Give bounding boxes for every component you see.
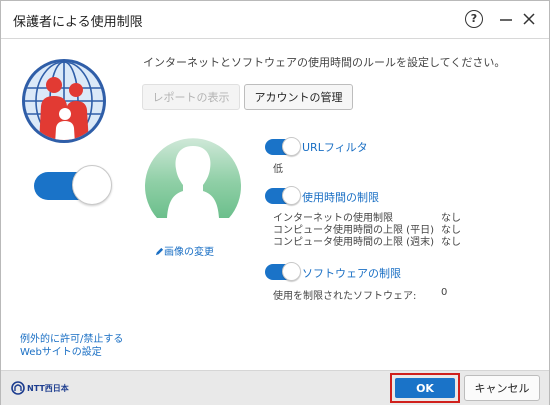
pencil-icon (155, 247, 164, 256)
restricted-software-label: 使用を制限されたソフトウェア: (273, 291, 417, 302)
weekend-limit-value: なし (441, 237, 461, 248)
title-bar: 保護者による使用制限 ? (1, 1, 549, 39)
toggle-knob (282, 262, 301, 281)
toggle-knob (72, 165, 112, 205)
ntt-logo-icon (11, 381, 25, 395)
ntt-west-logo: NTT西日本 (11, 381, 69, 395)
restricted-software-count: 0 (441, 287, 448, 298)
footer-bar: NTT西日本 OK キャンセル (1, 370, 549, 405)
change-image-link[interactable]: 画像の変更 (155, 243, 214, 258)
ok-button[interactable]: OK (395, 378, 455, 398)
minimize-button[interactable] (494, 7, 518, 31)
description-text: インターネットとソフトウェアの使用時間のルールを設定してください。 (143, 56, 506, 69)
weekend-limit-label: コンピュータ使用時間の上限 (週末) (273, 237, 434, 248)
family-globe-logo-icon (22, 59, 106, 143)
close-button[interactable] (517, 7, 541, 31)
user-avatar-icon (145, 138, 241, 218)
url-filter-toggle[interactable] (265, 137, 301, 157)
parental-control-window: 保護者による使用制限 ? インターネットとソフトウェアの使用時間のルールを設定し… (0, 0, 550, 405)
time-limit-link[interactable]: 使用時間の制限 (302, 189, 379, 205)
url-filter-link[interactable]: URLフィルタ (302, 139, 368, 155)
account-manage-button[interactable]: アカウントの管理 (244, 84, 353, 110)
url-filter-level: 低 (273, 164, 283, 175)
toggle-knob (282, 186, 301, 205)
help-icon: ? (465, 10, 483, 28)
parental-control-toggle[interactable] (34, 165, 112, 207)
software-limit-link[interactable]: ソフトウェアの制限 (302, 265, 401, 281)
change-image-label: 画像の変更 (164, 247, 214, 258)
window-title: 保護者による使用制限 (13, 15, 143, 30)
report-view-button[interactable]: レポートの表示 (142, 84, 240, 110)
software-limit-toggle[interactable] (265, 262, 301, 282)
website-exception-settings-link[interactable]: 例外的に許可/禁止する Webサイトの設定 (20, 333, 123, 359)
exception-link-line1: 例外的に許可/禁止する (20, 334, 124, 345)
brand-name: NTT西日本 (27, 383, 69, 393)
exception-link-line2: Webサイトの設定 (20, 347, 102, 358)
toggle-knob (282, 137, 301, 156)
time-limit-toggle[interactable] (265, 186, 301, 206)
minimize-icon (500, 19, 512, 21)
help-button[interactable]: ? (462, 7, 486, 31)
close-icon (523, 13, 535, 25)
ok-highlight-frame: OK (390, 373, 460, 403)
cancel-button[interactable]: キャンセル (464, 375, 540, 401)
